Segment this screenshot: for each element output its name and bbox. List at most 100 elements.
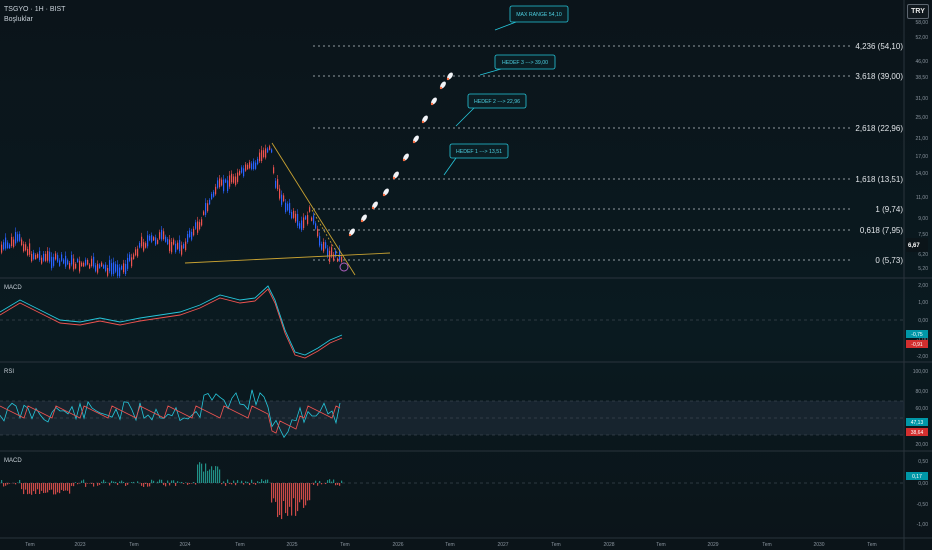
- price-candle-body: [191, 231, 193, 240]
- price-candle-body: [253, 161, 255, 170]
- chart-canvas[interactable]: 58,00 52,00 46,00 38,50 31,00 25,00 21,00 17,00…: [0, 0, 932, 550]
- time-tick: Tem: [551, 542, 560, 548]
- hist-bar: [217, 466, 219, 483]
- price-candle-body: [265, 148, 267, 158]
- price-candle-body: [171, 242, 173, 253]
- hist-bar: [61, 483, 63, 490]
- price-candle-body: [117, 264, 119, 276]
- hist-tick: 0,00: [918, 481, 928, 487]
- price-candle-body: [327, 248, 329, 257]
- price-candle-body: [225, 179, 227, 183]
- price-candle-body: [47, 251, 49, 261]
- rocket-flame: [421, 120, 425, 124]
- current-price-label: 6,67: [908, 243, 920, 249]
- hist-bar: [97, 483, 99, 486]
- time-tick: 2030: [813, 542, 824, 548]
- price-candle-body: [249, 162, 251, 169]
- rsi-tick: 80,00: [915, 389, 928, 395]
- macd-tick: 1,00: [918, 300, 928, 306]
- hist-bar: [233, 480, 235, 483]
- price-candle-body: [199, 222, 201, 230]
- hist-bar: [333, 479, 335, 483]
- hist-bar: [125, 483, 127, 486]
- rocket-flame: [446, 77, 450, 81]
- hist-bar: [101, 481, 103, 483]
- hist-bar: [189, 483, 191, 484]
- price-candle-body: [187, 234, 189, 243]
- time-tick: Tem: [235, 542, 244, 548]
- price-candle-body: [307, 215, 309, 224]
- price-candle-body: [67, 260, 69, 265]
- hist-bar: [171, 480, 173, 483]
- price-candle-body: [323, 241, 325, 252]
- currency-button[interactable]: TRY: [907, 4, 929, 19]
- hist-bar: [235, 483, 237, 486]
- hist-bar: [215, 466, 217, 483]
- price-candle-body: [243, 168, 245, 177]
- price-candle-body: [3, 242, 5, 250]
- hist-bar: [299, 483, 301, 503]
- price-candle-body: [279, 188, 281, 199]
- hist-bar: [275, 483, 277, 502]
- hist-bar: [181, 481, 183, 483]
- price-candle-body: [315, 223, 317, 229]
- hist-bar: [53, 483, 55, 495]
- price-candle-body: [309, 207, 311, 212]
- hist-bar: [311, 483, 313, 484]
- price-candle-body: [275, 180, 277, 188]
- price-candle-body: [325, 242, 327, 249]
- price-candle-body: [35, 254, 37, 260]
- price-candle-body: [111, 263, 113, 275]
- hist-bar: [175, 483, 177, 486]
- hist-bar: [131, 482, 133, 483]
- price-candle-body: [79, 260, 81, 272]
- hist-bar: [271, 483, 273, 503]
- price-candle-body: [43, 253, 45, 261]
- hist-bar: [19, 479, 21, 483]
- price-candle-body: [29, 243, 31, 255]
- hist-bar: [37, 483, 39, 490]
- fib-level-label: 2,618 (22,96): [855, 124, 903, 133]
- price-candle-body: [189, 230, 191, 237]
- chart-window[interactable]: 58,00 52,00 46,00 38,50 31,00 25,00 21,00 17,00…: [0, 0, 932, 550]
- price-candle-body: [205, 203, 207, 215]
- price-candle-body: [101, 262, 103, 267]
- price-candle-body: [313, 215, 315, 224]
- price-candle-body: [245, 164, 247, 171]
- hist-bar: [285, 483, 287, 514]
- hist-bar: [91, 483, 93, 484]
- price-candle-body: [19, 233, 21, 241]
- hist-bar: [121, 480, 123, 483]
- price-candle-body: [15, 232, 17, 244]
- hist-bar: [305, 483, 307, 506]
- price-candle-body: [27, 248, 29, 256]
- hist-bar: [191, 483, 193, 484]
- price-candle-body: [107, 267, 109, 276]
- hist-bar: [341, 480, 343, 483]
- hist-bar: [339, 483, 341, 486]
- hist-bar: [49, 483, 51, 491]
- price-candle-body: [317, 228, 319, 237]
- hist-bar: [3, 483, 5, 487]
- price-candle-body: [57, 255, 59, 262]
- hist-bar: [141, 483, 143, 486]
- hist-bar: [281, 483, 283, 520]
- price-candle-body: [161, 229, 163, 240]
- hist-bar: [251, 479, 253, 483]
- hist-bar: [205, 463, 207, 483]
- time-tick: 2024: [179, 542, 190, 548]
- hist-bar: [35, 483, 37, 494]
- hist-bar: [127, 483, 129, 485]
- price-tick: 58,00: [915, 20, 928, 26]
- price-candle-body: [167, 239, 169, 245]
- hist-bar: [335, 483, 337, 486]
- hist-tick: 0,50: [918, 459, 928, 465]
- price-tick: 6,20: [918, 252, 928, 258]
- price-candle-body: [99, 264, 101, 269]
- hist-bar: [195, 483, 197, 485]
- hist-bar: [147, 483, 149, 487]
- price-candle-body: [179, 239, 181, 252]
- hist-bar: [137, 481, 139, 483]
- price-candle-body: [195, 222, 197, 229]
- hist-bar: [307, 483, 309, 501]
